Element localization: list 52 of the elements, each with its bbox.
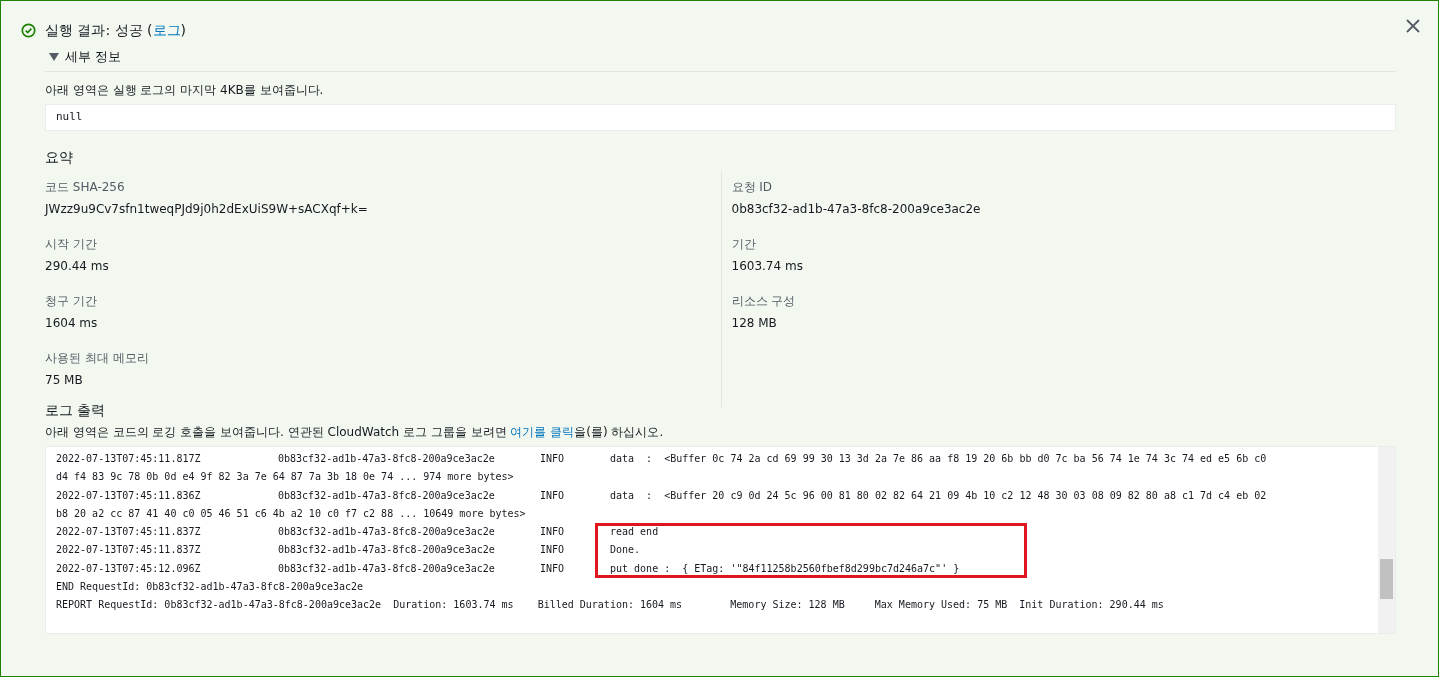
log-request-id: 0b83cf32-ad1b-47a3-8fc8-200a9ce3ac2e — [278, 452, 496, 466]
field-label: 청구 기간 — [45, 293, 97, 309]
log-timestamp: 2022-07-13T07:45:11.837Z — [56, 525, 202, 540]
log-output-description: 아래 영역은 코드의 로깅 호출을 보여줍니다. 연관된 CloudWatch 로그 그룹을 보려면 여기를 클릭 을(를) 하십시오. — [45, 425, 664, 439]
log-timestamp: 2022-07-13T07:45:12.096Z — [56, 561, 202, 576]
field-value: 290.44 ms — [45, 258, 109, 274]
log-line: b8 20 a2 cc 87 41 40 c0 05 46 51 c6 4b a2 10 c0 f7 c2 88 ... 10649 more bytes> — [56, 506, 526, 521]
scrollbar[interactable] — [1378, 447, 1395, 633]
log-request-id: 0b83cf32-ad1b-47a3-8fc8-200a9ce3ac2e — [278, 488, 496, 503]
close-icon — [1406, 19, 1420, 33]
log-level: INFO — [540, 561, 566, 576]
click-here-link[interactable]: 여기를 클릭 — [510, 425, 575, 439]
summary-heading: 요약 — [45, 149, 73, 165]
field-label: 코드 SHA-256 — [45, 179, 125, 195]
scrollbar-thumb[interactable] — [1380, 559, 1393, 599]
highlighted-log-message: put done : { ETag: '"84f11258b2560fbef8d299bc7d246a7c"' } — [595, 559, 1027, 579]
log-link[interactable]: 로그 — [152, 21, 181, 38]
log-level: INFO — [540, 452, 566, 466]
log-message: data : <Buffer 20 c9 0d 24 5c 96 00 81 80 02 82 64 21 09 4b 10 c2 12 48 30 03 08 09 82 80 a8 c1 7d c4 eb 02 — [609, 488, 1267, 503]
result-title: 실행 결과: 성공 (로그) — [45, 20, 186, 40]
highlighted-log-message: Done. — [595, 541, 1027, 560]
details-toggle[interactable]: 세부 정보 — [49, 45, 121, 69]
details-description: 아래 영역은 실행 로그의 마지막 4KB를 보여줍니다. — [45, 83, 324, 97]
field-label: 요청 ID — [731, 179, 773, 195]
log-level: INFO — [540, 525, 566, 540]
field-label: 시작 기간 — [45, 236, 97, 252]
log-line: REPORT RequestId: 0b83cf32-ad1b-47a3-8fc8-200a9ce3ac2e Duration: 1603.74 ms Billed Duration: 1604 ms Memory Size: 128 MB Max Memory Used: 75 MB Init Duration: 290.44 ms — [56, 598, 1164, 613]
field-label: 리소스 구성 — [731, 293, 796, 309]
log-level: INFO — [540, 488, 566, 503]
log-timestamp: 2022-07-13T07:45:11.836Z — [56, 488, 202, 503]
log-line: END RequestId: 0b83cf32-ad1b-47a3-8fc8-200a9ce3ac2e — [56, 580, 364, 595]
field-value: 75 MB — [45, 372, 83, 388]
log-output-heading: 로그 출력 — [45, 402, 106, 418]
close-button[interactable] — [1406, 19, 1420, 33]
log-request-id: 0b83cf32-ad1b-47a3-8fc8-200a9ce3ac2e — [278, 561, 496, 576]
log-timestamp: 2022-07-13T07:45:11.837Z — [56, 543, 202, 558]
log-message: data : <Buffer 0c 74 2a cd 69 99 30 13 3d 2a 7e 86 aa f8 19 20 6b bb d0 7c ba 56 74 1e 74 3c 74 ed e5 6b c0 — [609, 452, 1267, 466]
caret-icon — [49, 53, 59, 61]
log-line: d4 f4 83 9c 78 0b 0d e4 9f 82 3a 7e 64 87 7a 3b 18 0e 74 ... 974 more bytes> — [56, 470, 514, 485]
field-label: 기간 — [731, 236, 756, 252]
highlighted-log-message: read end — [595, 523, 1027, 542]
log-request-id: 0b83cf32-ad1b-47a3-8fc8-200a9ce3ac2e — [278, 525, 496, 540]
log-timestamp: 2022-07-13T07:45:11.817Z — [56, 452, 202, 466]
field-value: JWzz9u9Cv7sfn1tweqPJd9j0h2dExUiS9W+sACXqf+k= — [45, 201, 368, 217]
log-level: INFO — [540, 543, 566, 558]
field-label: 사용된 최대 메모리 — [45, 350, 149, 366]
field-value: 0b83cf32-ad1b-47a3-8fc8-200a9ce3ac2e — [731, 201, 981, 217]
output-field[interactable]: null — [45, 104, 1396, 131]
field-value: 1603.74 ms — [731, 258, 803, 274]
field-value: 1604 ms — [45, 315, 98, 331]
log-request-id: 0b83cf32-ad1b-47a3-8fc8-200a9ce3ac2e — [278, 543, 496, 558]
field-value: 128 MB — [731, 315, 777, 331]
